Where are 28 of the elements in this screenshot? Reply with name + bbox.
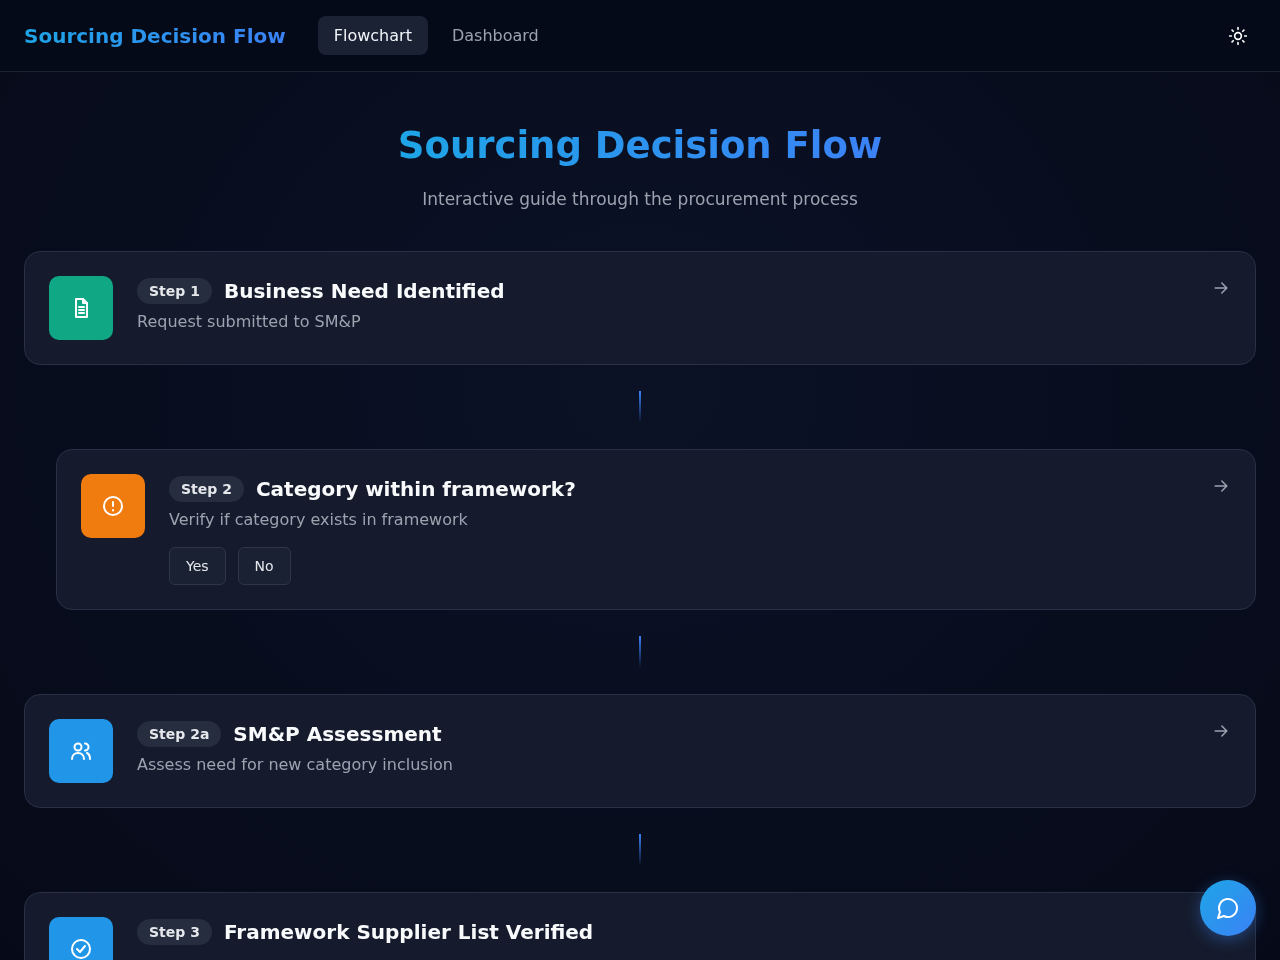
step-card[interactable]: Step 3 Framework Supplier List Verified: [24, 892, 1256, 960]
nav-tab[interactable]: Dashboard: [435, 16, 555, 55]
step-title: SM&P Assessment: [233, 722, 442, 746]
chat-button[interactable]: [1200, 880, 1256, 936]
step-title: Framework Supplier List Verified: [223, 920, 594, 944]
check-circle-icon: [69, 937, 93, 960]
nav-tab[interactable]: Flowchart: [317, 16, 428, 55]
step-description: Request submitted to SM&P: [137, 312, 362, 331]
step-badge: Step 2: [169, 476, 244, 502]
option-button[interactable]: No: [237, 547, 291, 585]
step-title: Category within framework?: [255, 477, 576, 501]
step-card[interactable]: Step 1 Business Need Identified Request submitted to SM&P: [24, 251, 1256, 365]
step-description: Assess need for new category inclusion: [137, 755, 454, 774]
option-button[interactable]: Yes: [169, 547, 226, 585]
step-badge: Step 1: [137, 278, 212, 304]
step-title: Business Need Identified: [223, 279, 505, 303]
alert-icon: [101, 494, 125, 518]
page-subtitle: Interactive guide through the procurement process: [422, 189, 858, 209]
chat-bubble-icon: [1216, 896, 1240, 920]
step-badge: Step 2a: [137, 721, 222, 747]
step-card[interactable]: Step 2 Category within framework? Verify if category exists in framework Yes No: [56, 449, 1256, 610]
connector-line: [639, 391, 641, 423]
step-badge: Step 3: [137, 919, 212, 945]
step-description: Verify if category exists in framework: [169, 510, 469, 529]
sun-icon[interactable]: [1228, 25, 1248, 46]
step-card[interactable]: Step 2a SM&P Assessment Assess need for new category inclusion: [24, 694, 1256, 808]
connector-line: [639, 834, 641, 866]
connector-line: [639, 636, 641, 668]
